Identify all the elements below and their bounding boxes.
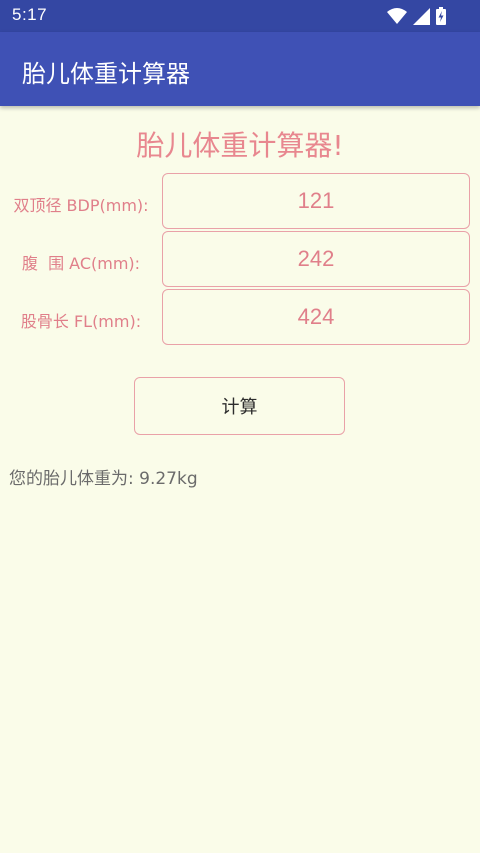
status-bar: 5:17 [0, 0, 480, 32]
fl-label: 股骨长 FL(mm): [20, 312, 142, 331]
result-label: 您的胎儿体重为: [9, 469, 134, 489]
app-title: 胎儿体重计算器 [22, 60, 190, 88]
app-bar: 胎儿体重计算器 [0, 32, 480, 106]
ac-input[interactable] [162, 231, 470, 287]
calculate-button[interactable]: 计算 [134, 377, 345, 435]
ac-label: 腹 围 AC(mm): [21, 254, 141, 273]
bdp-input[interactable] [162, 173, 470, 229]
page-heading: 胎儿体重计算器! [136, 129, 344, 162]
wifi-icon [387, 8, 407, 24]
fl-input[interactable] [162, 289, 470, 345]
cell-signal-icon [413, 7, 430, 25]
bdp-label: 双顶径 BDP(mm): [13, 196, 149, 215]
status-time: 5:17 [12, 5, 48, 24]
status-icons [387, 7, 446, 25]
result-text: 您的胎儿体重为: 9.27kg [9, 464, 198, 489]
result-value: 9.27kg [133, 469, 198, 489]
battery-charging-icon [436, 7, 446, 25]
